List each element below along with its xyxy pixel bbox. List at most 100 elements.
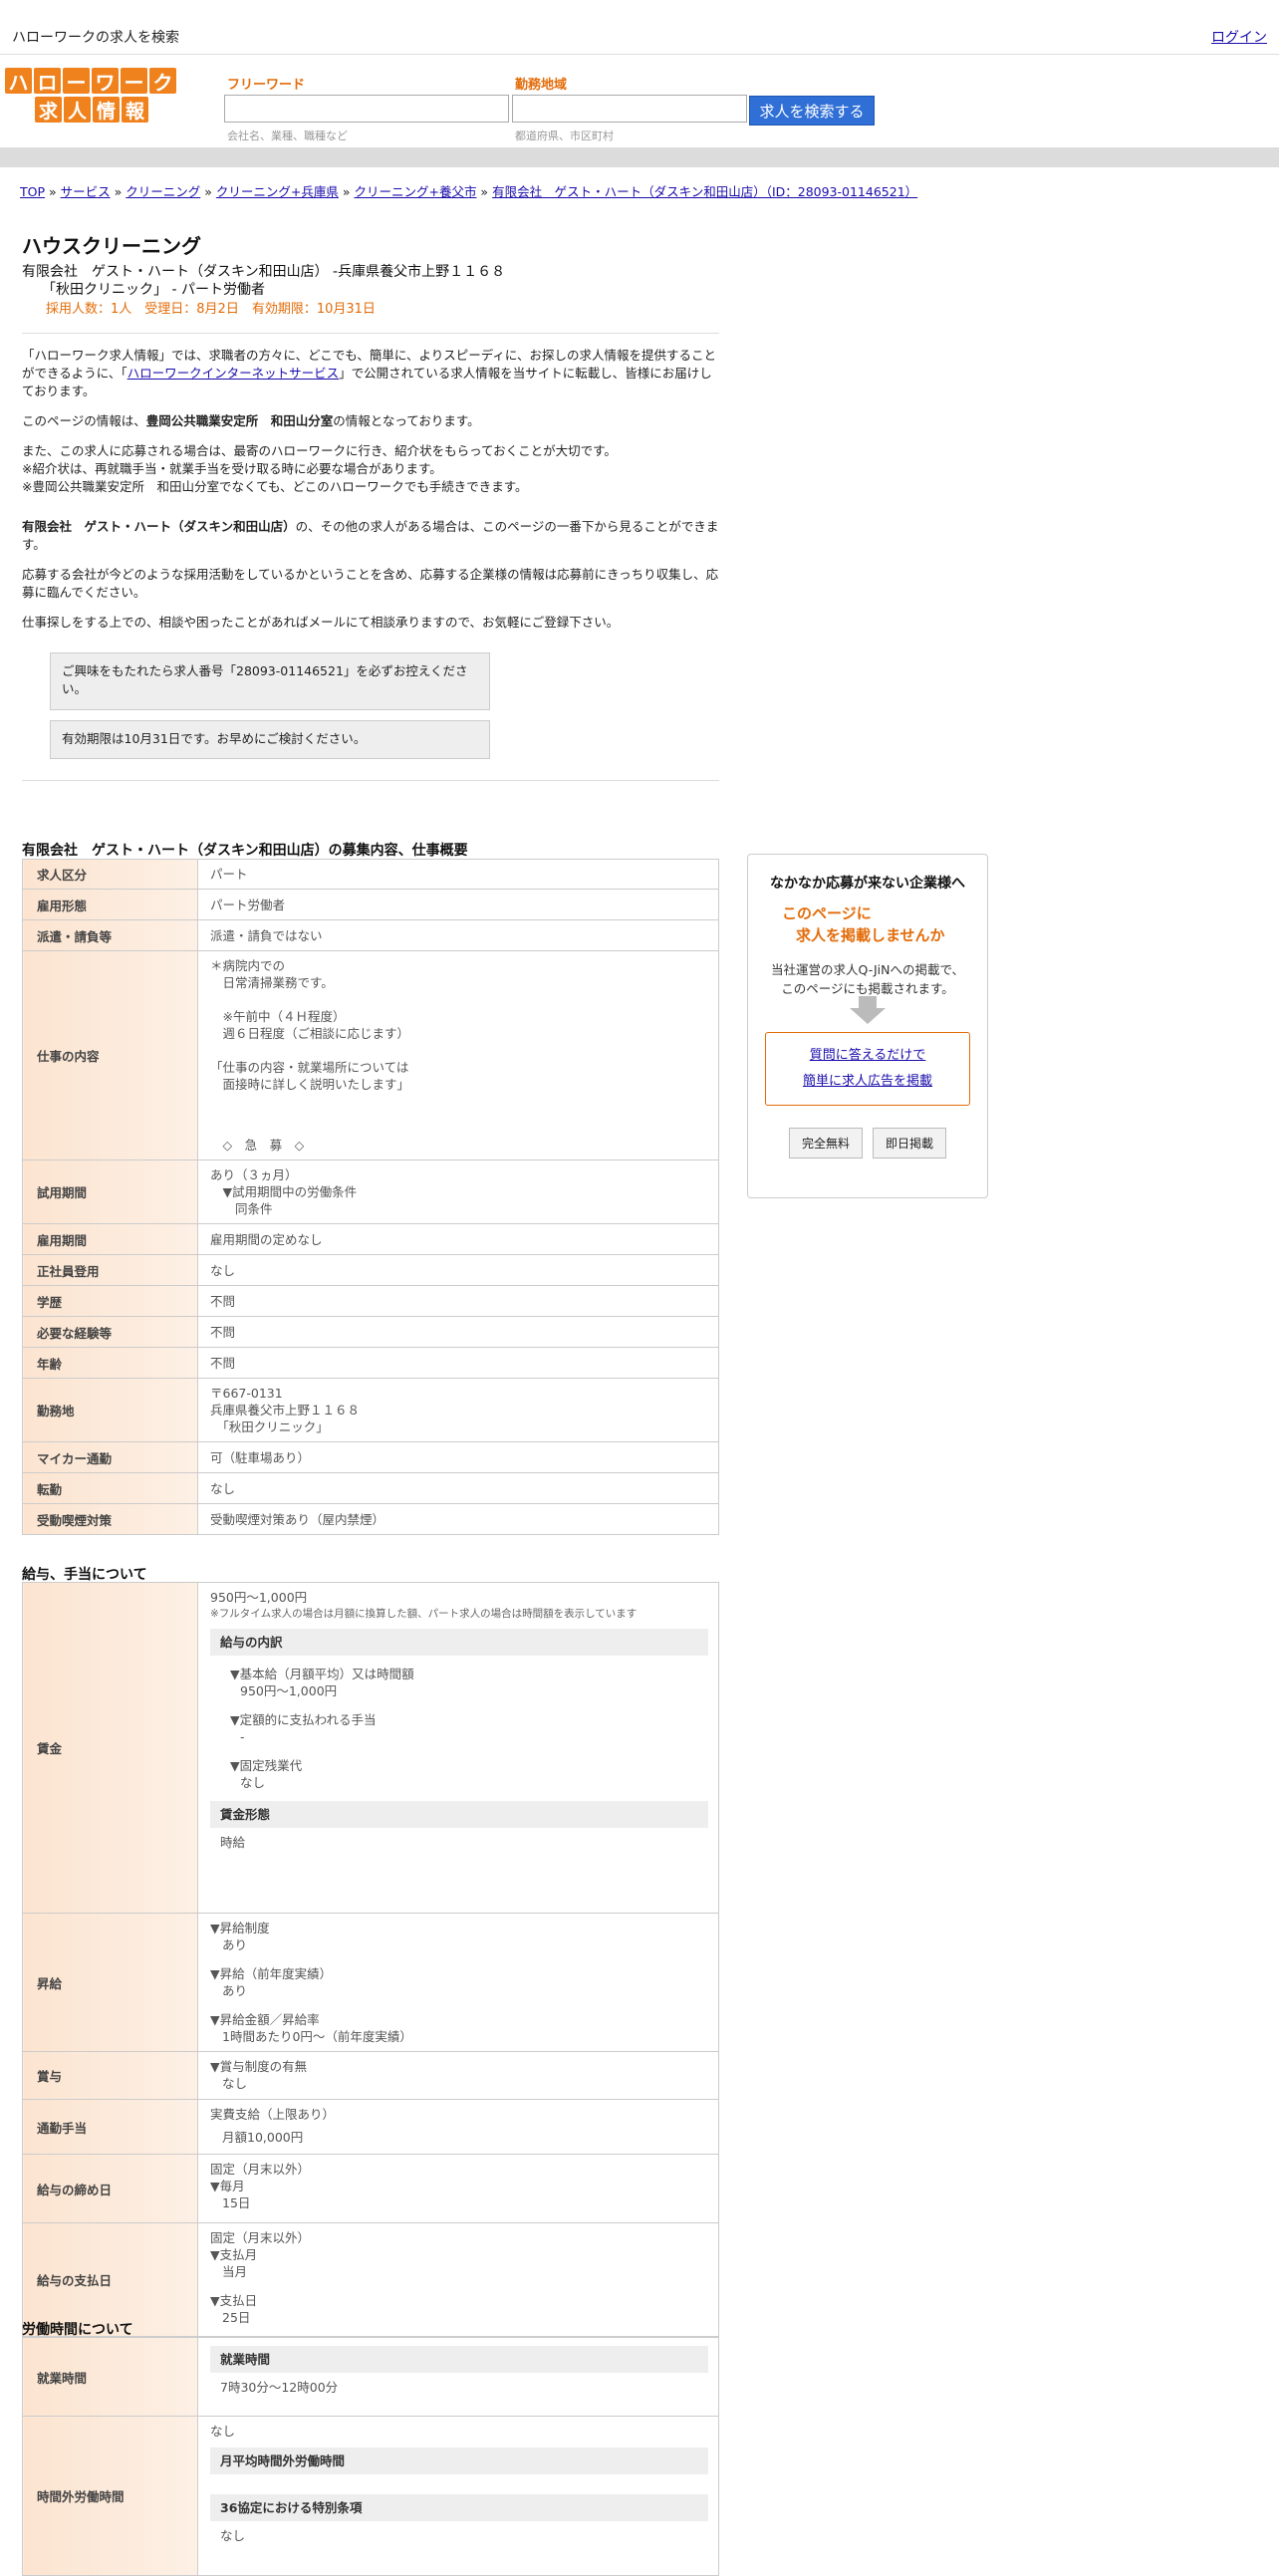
ad-link-box: 質問に答えるだけで 簡単に求人広告を掲載 <box>765 1032 970 1106</box>
payday-line: 当月 <box>222 2264 248 2279</box>
table-row: 雇用形態 パート労働者 <box>22 889 719 920</box>
table-row: 賞与 ▼賞与制度の有無 なし <box>22 2051 719 2100</box>
intro-text-part: ※豊岡公共職業安定所 和田山分室でなくても、どこのハローワークでも手続きできます… <box>22 479 528 494</box>
row-label: 賃金 <box>22 1582 198 1914</box>
row-label: 学歴 <box>22 1285 198 1317</box>
intro-text: 「ハローワーク求人情報」では、求職者の方々に、どこでも、簡単に、よりスピーディに… <box>22 347 721 644</box>
row-value: パート労働者 <box>197 889 719 920</box>
logo-char: ー <box>63 68 90 95</box>
breakdown-value: 950円〜1,000円 <box>240 1683 338 1698</box>
row-label: 年齢 <box>22 1347 198 1379</box>
row-value: 就業時間 7時30分〜12時00分 <box>197 2337 719 2417</box>
row-value: 不問 <box>197 1316 719 1348</box>
breadcrumb-cleaning-hyogo[interactable]: クリーニング+兵庫県 <box>216 184 339 199</box>
breadcrumb-service[interactable]: サービス <box>61 184 111 199</box>
search-button[interactable]: 求人を検索する <box>749 96 875 126</box>
text-line: ＊病院内での <box>210 958 286 973</box>
text-line: ▼試用期間中の労働条件 <box>210 1184 358 1199</box>
breakdown-value: - <box>240 1729 245 1744</box>
freeword-input[interactable] <box>224 95 509 123</box>
freeword-hint: 会社名、業種、職種など <box>227 129 348 142</box>
breadcrumb-cleaning[interactable]: クリーニング <box>126 184 200 199</box>
hours-table: 就業時間 就業時間 7時30分〜12時00分 時間外労働時間 なし 月平均時間外… <box>22 2337 719 2576</box>
ad-body: 当社運営の求人Q-JiNへの掲載で、 このページにも掲載されます。 <box>748 960 987 998</box>
commute-line: 実費支給（上限あり） <box>210 2107 336 2122</box>
table-row: 就業時間 就業時間 7時30分〜12時00分 <box>22 2337 719 2417</box>
row-value: 不問 <box>197 1347 719 1379</box>
breadcrumb-separator: » <box>476 184 493 199</box>
table-row: 給与の締め日 固定（月末以外） ▼毎月 15日 <box>22 2154 719 2223</box>
logo-char: ハ <box>5 68 32 95</box>
job-meta: 採用人数：1人 受理日：8月2日 有効期限：10月31日 <box>46 302 376 317</box>
job-header: ハウスクリーニング 有限会社 ゲスト・ハート（ダスキン和田山店） -兵庫県養父市… <box>22 233 719 319</box>
row-label: 時間外労働時間 <box>22 2416 198 2576</box>
row-label: 通勤手当 <box>22 2099 198 2155</box>
recruiter-ad-panel: なかなか応募が来ない企業様へ このページに 求人を掲載しませんか 当社運営の求人… <box>747 854 988 1198</box>
same-day-badge-button[interactable]: 即日掲載 <box>873 1128 947 1159</box>
row-value: ▼賞与制度の有無 なし <box>197 2051 719 2100</box>
salary-table: 賃金 950円〜1,000円 ※フルタイム求人の場合は月額に換算した額、パート求… <box>22 1582 719 2337</box>
logo-char: 求 <box>35 97 62 123</box>
table-row: 受動喫煙対策 受動喫煙対策あり（屋内禁煙） <box>22 1503 719 1535</box>
row-label: マイカー通勤 <box>22 1441 198 1473</box>
table-row: 派遣・請負等 派遣・請負ではない <box>22 919 719 951</box>
company-name: 有限会社 ゲスト・ハート（ダスキン和田山店） <box>22 519 296 534</box>
salary-heading: 給与、手当について <box>22 1567 147 1583</box>
ad-link-post[interactable]: 簡単に求人広告を掲載 <box>803 1074 932 1089</box>
intro-paragraph: 応募する会社が今どのような採用活動をしているかということを含め、応募する企業様の… <box>22 567 719 600</box>
row-label: 雇用期間 <box>22 1223 198 1255</box>
overtime-value: なし <box>210 2424 236 2439</box>
text-line: 〒667-0131 <box>210 1386 283 1401</box>
row-value: 派遣・請負ではない <box>197 919 719 951</box>
breadcrumb-top[interactable]: TOP <box>20 184 45 199</box>
text-line: あり（３ヵ月） <box>210 1167 298 1182</box>
area-input[interactable] <box>512 95 747 123</box>
hellowork-internet-link[interactable]: ハローワークインターネットサービス <box>128 366 340 381</box>
breadcrumb-separator: » <box>110 184 127 199</box>
divider <box>22 780 719 781</box>
login-link[interactable]: ログイン <box>1211 27 1267 47</box>
table-row: 必要な経験等 不問 <box>22 1316 719 1348</box>
ad-link-question[interactable]: 質問に答えるだけで <box>810 1048 926 1063</box>
row-value: なし <box>197 1472 719 1504</box>
hellowork-logo[interactable]: ハ ロ ー ワ ー ク 求 人 情 報 <box>5 68 180 124</box>
overview-table: 求人区分 パート 雇用形態 パート労働者 派遣・請負等 派遣・請負ではない 仕事の内容… <box>22 859 719 1535</box>
breakdown-value: なし <box>240 1775 266 1790</box>
raise-value: あり <box>222 1937 248 1952</box>
wage-form-heading: 賃金形態 <box>210 1801 708 1828</box>
table-row: 求人区分 パート <box>22 859 719 890</box>
breadcrumb-company[interactable]: 有限会社 ゲスト・ハート（ダスキン和田山店）（ID：28093-01146521… <box>492 184 917 199</box>
table-row: 転勤 なし <box>22 1472 719 1504</box>
row-value: なし 月平均時間外労働時間 36協定における特別条項 なし <box>197 2416 719 2576</box>
breadcrumb: TOP » サービス » クリーニング » クリーニング+兵庫県 » クリーニン… <box>20 181 917 200</box>
logo-char: ワ <box>92 68 119 95</box>
overview-heading: 有限会社 ゲスト・ハート（ダスキン和田山店）の募集内容、仕事概要 <box>22 843 468 859</box>
row-label: 必要な経験等 <box>22 1316 198 1348</box>
table-row: マイカー通勤 可（駐車場あり） <box>22 1441 719 1473</box>
closing-line: 15日 <box>222 2195 251 2210</box>
row-label: 賞与 <box>22 2051 198 2100</box>
row-value: ＊病院内での 日常清掃業務です。 ※午前中（４Ｈ程度） 週６日程度（ご相談に応じ… <box>197 950 719 1160</box>
down-arrow-icon <box>850 996 886 1024</box>
hours-heading: 労働時間について <box>22 2322 133 2338</box>
special-clause-heading: 36協定における特別条項 <box>210 2494 708 2521</box>
table-row: 雇用期間 雇用期間の定めなし <box>22 1223 719 1255</box>
header-divider-bar <box>0 147 1279 167</box>
breadcrumb-cleaning-yabu[interactable]: クリーニング+養父市 <box>354 184 476 199</box>
row-label: 勤務地 <box>22 1378 198 1442</box>
breadcrumb-separator: » <box>45 184 61 199</box>
logo-line-2: 求 人 情 報 <box>5 97 180 123</box>
row-label: 派遣・請負等 <box>22 919 198 951</box>
wage-form-value: 時給 <box>220 1835 246 1850</box>
table-row: 通勤手当 実費支給（上限あり） 月額10,000円 <box>22 2099 719 2155</box>
expiry-notice: 有効期限は10月31日です。お早めにご検討ください。 <box>50 720 490 759</box>
raise-item: ▼昇給（前年度実績） <box>210 1966 333 1981</box>
row-label: 就業時間 <box>22 2337 198 2417</box>
intro-text-part: の情報となっております。 <box>333 413 480 428</box>
table-row: 時間外労働時間 なし 月平均時間外労働時間 36協定における特別条項 なし <box>22 2416 719 2576</box>
table-row: 学歴 不問 <box>22 1285 719 1317</box>
site-title: ハローワークの求人を検索 <box>12 30 179 46</box>
free-badge-button[interactable]: 完全無料 <box>788 1128 863 1159</box>
logo-char: ロ <box>34 68 61 95</box>
area-label: 勤務地域 <box>515 78 568 93</box>
